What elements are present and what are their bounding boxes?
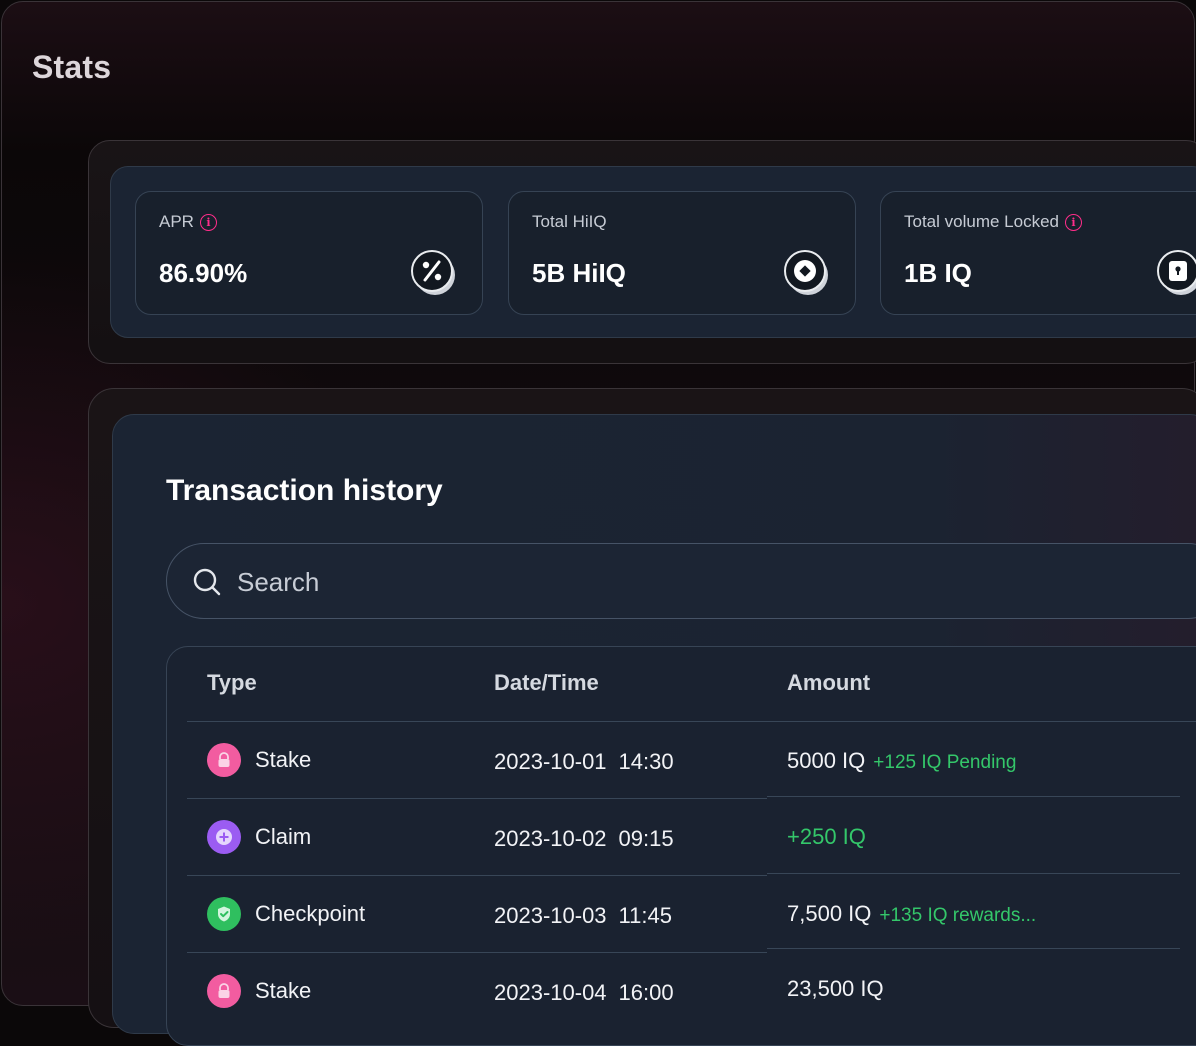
stat-card-total-hiiq: Total HiIQ 5B HiIQ: [508, 191, 856, 315]
amount-value: 5000 IQ: [787, 748, 866, 773]
stat-label-apr: APR i: [159, 212, 217, 232]
amount-note: +125 IQ Pending: [873, 752, 1017, 773]
table-row[interactable]: Stake: [207, 974, 311, 1008]
stat-card-apr: APR i 86.90%: [135, 191, 483, 315]
transaction-time: 09:15: [618, 826, 674, 851]
amount-note: +135 IQ rewards...: [879, 905, 1037, 926]
transaction-datetime: 2023-10-02 09:15: [494, 826, 674, 852]
table-row[interactable]: Stake: [207, 743, 311, 777]
lock-icon: [207, 743, 241, 777]
search-bar[interactable]: [166, 543, 1196, 619]
transaction-type: Checkpoint: [255, 901, 366, 926]
lock-icon: [1157, 250, 1196, 295]
stat-card-total-volume-locked: Total volume Locked i 1B IQ: [880, 191, 1196, 315]
transaction-type: Stake: [255, 747, 312, 772]
column-header-amount[interactable]: Amount: [787, 670, 870, 696]
info-icon[interactable]: i: [199, 213, 217, 231]
transaction-amount: 23,500 IQ: [787, 976, 884, 1002]
row-divider: [187, 798, 767, 799]
transaction-datetime: 2023-10-01 14:30: [494, 749, 674, 775]
column-header-date-time[interactable]: Date/Time: [494, 670, 599, 696]
header-divider: [187, 721, 1196, 722]
transaction-amount: 5000 IQ +125 IQ Pending: [787, 748, 1016, 774]
stat-label-text: APR: [159, 212, 194, 231]
amount-value: +250 IQ: [787, 824, 866, 849]
search-input[interactable]: [237, 562, 1137, 602]
info-icon[interactable]: i: [1064, 213, 1082, 231]
row-divider: [767, 873, 1180, 874]
coin-icon: [784, 250, 828, 295]
transaction-time: 16:00: [618, 980, 674, 1005]
page-title: Stats: [32, 49, 112, 85]
amount-value: 7,500 IQ: [787, 901, 872, 926]
percent-icon: [411, 250, 455, 295]
table-row[interactable]: Checkpoint: [207, 897, 365, 931]
amount-value: 23,500 IQ: [787, 976, 884, 1001]
transaction-type: Claim: [255, 824, 312, 849]
search-icon: [193, 568, 221, 596]
stat-label-text: Total HiIQ: [532, 212, 607, 231]
lock-icon: [207, 974, 241, 1008]
stat-value-total-volume-locked: 1B IQ: [904, 258, 972, 288]
stat-value-total-hiiq: 5B HiIQ: [532, 258, 626, 288]
table-row[interactable]: Claim: [207, 820, 311, 854]
transaction-date: 2023-10-01: [494, 749, 607, 774]
transaction-date: 2023-10-03: [494, 903, 607, 928]
transaction-amount: 7,500 IQ +135 IQ rewards...: [787, 901, 1036, 927]
transaction-datetime: 2023-10-03 11:45: [494, 903, 672, 929]
transaction-time: 11:45: [618, 903, 672, 928]
transaction-amount: +250 IQ: [787, 824, 866, 850]
shield-check-icon: [207, 897, 241, 931]
stat-label-total-hiiq: Total HiIQ: [532, 212, 607, 232]
stat-label-text: Total volume Locked: [904, 212, 1059, 231]
stat-label-total-volume-locked: Total volume Locked i: [904, 212, 1082, 232]
transaction-date: 2023-10-02: [494, 826, 607, 851]
transaction-time: 14:30: [618, 749, 674, 774]
transaction-history-title: Transaction history: [166, 474, 443, 507]
row-divider: [187, 875, 767, 876]
row-divider: [767, 796, 1180, 797]
column-header-type[interactable]: Type: [207, 670, 257, 696]
row-divider: [767, 948, 1180, 949]
transaction-table: [166, 646, 1196, 1046]
row-divider: [187, 952, 767, 953]
transaction-date: 2023-10-04: [494, 980, 607, 1005]
transaction-datetime: 2023-10-04 16:00: [494, 980, 674, 1006]
plus-icon: [207, 820, 241, 854]
stat-value-apr: 86.90%: [159, 258, 248, 288]
transaction-type: Stake: [255, 978, 312, 1003]
